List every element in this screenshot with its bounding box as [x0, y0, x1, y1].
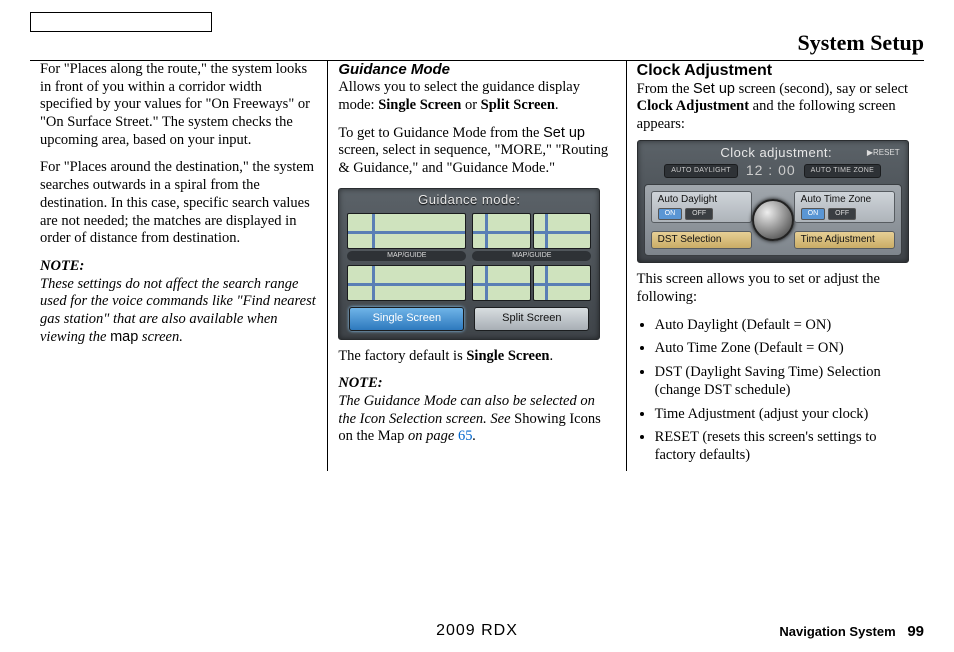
col2-para2: To get to Guidance Mode from the Set up … [338, 125, 615, 178]
t: Set up [543, 125, 585, 141]
col2-note: NOTE: The Guidance Mode can also be sele… [338, 375, 615, 446]
list-item: Auto Daylight (Default = ON) [655, 317, 914, 335]
gm-title: Guidance mode: [339, 189, 599, 209]
t: Single Screen [378, 97, 461, 113]
page-number: 99 [907, 623, 924, 640]
clock-adjustment-screenshot: Clock adjustment: ▶RESET AUTO DAYLIGHT 1… [637, 140, 909, 264]
list-item: Time Adjustment (adjust your clock) [655, 406, 914, 424]
auto-daylight-button[interactable]: Auto Daylight ON OFF [651, 191, 752, 224]
t: The factory default is [338, 348, 466, 364]
label: Auto Time Zone [801, 194, 888, 206]
reset-button[interactable]: ▶RESET [867, 148, 900, 158]
top-empty-box [30, 12, 212, 32]
footer-label: Navigation System [779, 624, 895, 639]
map-tile [472, 265, 530, 301]
note-map-word: map [110, 329, 138, 345]
t: Set up [693, 81, 735, 97]
off-indicator: OFF [828, 208, 856, 221]
map-tile [472, 213, 530, 249]
t: From the [637, 81, 693, 97]
note-label: NOTE: [40, 258, 84, 274]
note-text-b: screen. [138, 329, 183, 345]
footer: 2009 RDX Navigation System 99 [0, 622, 954, 640]
list-item: Auto Time Zone (Default = ON) [655, 340, 914, 358]
map-tile [347, 213, 466, 249]
status-auto-timezone: AUTO TIME ZONE [804, 164, 881, 179]
column-1: For "Places along the route," the system… [30, 61, 327, 471]
on-indicator: ON [658, 208, 683, 221]
t: . [472, 428, 476, 444]
on-indicator: ON [801, 208, 826, 221]
page-link-65[interactable]: 65 [458, 428, 473, 444]
t: . [549, 348, 553, 364]
clock-adjustment-heading: Clock Adjustment [637, 61, 914, 81]
col1-para2: For "Places around the destination," the… [40, 159, 317, 247]
gm-single-col: MAP/GUIDE [347, 213, 466, 302]
col1-para1: For "Places along the route," the system… [40, 61, 317, 149]
t: screen, select in sequence, "MORE," "Rou… [338, 142, 608, 176]
map-guide-label: MAP/GUIDE [347, 251, 466, 262]
bullet-list: Auto Daylight (Default = ON) Auto Time Z… [637, 317, 914, 465]
t: on page [404, 428, 458, 444]
split-screen-button[interactable]: Split Screen [474, 307, 589, 330]
map-tile [533, 213, 591, 249]
gm-split-col: MAP/GUIDE [472, 213, 591, 302]
label: Auto Daylight [658, 194, 745, 206]
note-label: NOTE: [338, 375, 382, 391]
control-knob[interactable] [752, 199, 794, 241]
map-tile [347, 265, 466, 301]
time-adjustment-button[interactable]: Time Adjustment [794, 231, 895, 249]
map-tile [533, 265, 591, 301]
t: or [461, 97, 480, 113]
ca-title: Clock adjustment: [686, 145, 867, 161]
t: Split Screen [481, 97, 555, 113]
col3-para1: From the Set up screen (second), say or … [637, 81, 914, 134]
list-item: DST (Daylight Saving Time) Selection (ch… [655, 364, 914, 399]
map-guide-label: MAP/GUIDE [472, 251, 591, 262]
column-2: Guidance Mode Allows you to select the g… [327, 61, 625, 471]
guidance-mode-screenshot: Guidance mode: MAP/GUIDE MAP/GUIDE [338, 188, 600, 340]
t: screen (second), say or select [735, 81, 908, 97]
footer-model: 2009 RDX [436, 622, 518, 640]
column-3: Clock Adjustment From the Set up screen … [626, 61, 924, 471]
col2-para1: Allows you to select the guidance displa… [338, 79, 615, 114]
col2-para3: The factory default is Single Screen. [338, 348, 615, 366]
single-screen-button[interactable]: Single Screen [349, 307, 464, 330]
col3-para2: This screen allows you to set or adjust … [637, 271, 914, 306]
status-auto-daylight: AUTO DAYLIGHT [664, 164, 738, 179]
t: . [555, 97, 559, 113]
dst-selection-button[interactable]: DST Selection [651, 231, 752, 249]
list-item: RESET (resets this screen's settings to … [655, 429, 914, 464]
status-time: 12 : 00 [746, 162, 796, 179]
auto-timezone-button[interactable]: Auto Time Zone ON OFF [794, 191, 895, 224]
off-indicator: OFF [685, 208, 713, 221]
t: Single Screen [466, 348, 549, 364]
t: To get to Guidance Mode from the [338, 125, 543, 141]
col1-note: NOTE: These settings do not affect the s… [40, 258, 317, 346]
page-header: System Setup [30, 30, 924, 56]
guidance-mode-heading: Guidance Mode [338, 61, 615, 79]
t: Clock Adjustment [637, 98, 749, 114]
